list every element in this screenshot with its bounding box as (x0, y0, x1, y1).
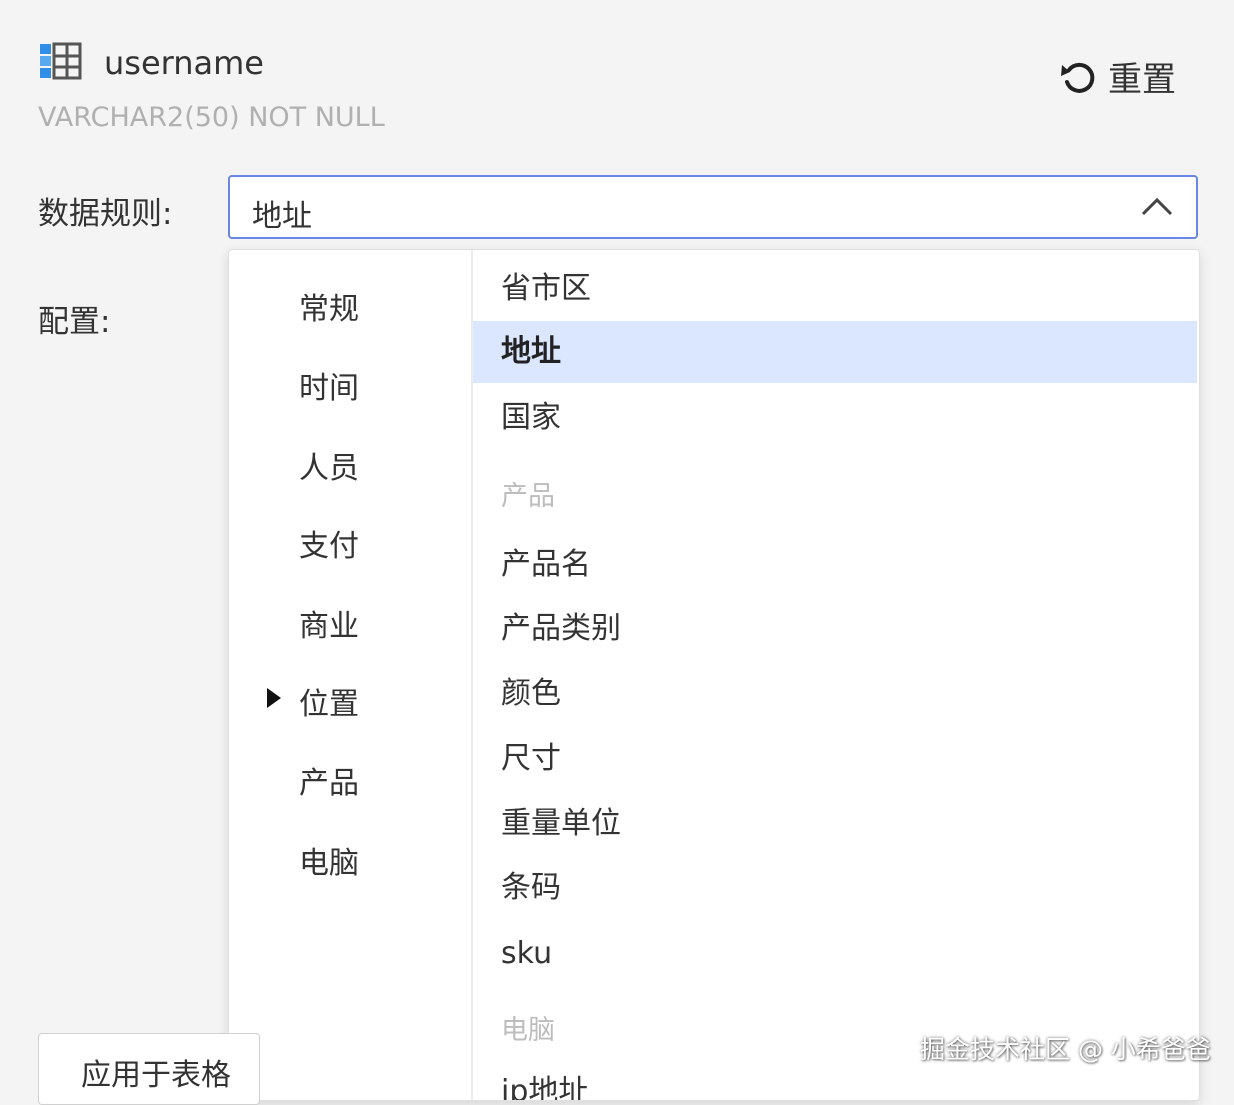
option-group-label: 产品 (501, 481, 555, 512)
caret-right-icon (267, 688, 281, 708)
option-item[interactable]: 颜色 (473, 663, 1197, 725)
field-type: VARCHAR2(50) NOT NULL (38, 102, 385, 133)
category-item-computer[interactable]: 电脑 (299, 838, 359, 882)
category-item-person[interactable]: 人员 (299, 443, 359, 487)
rule-dropdown: 常规 时间 人员 支付 商业 位置 产品 电脑 省市区 地址 国家 产品 产品名… (228, 249, 1200, 1101)
apply-button-label: 应用于表格 (81, 1058, 231, 1093)
category-item-product[interactable]: 产品 (299, 758, 359, 802)
apply-to-table-button[interactable]: 应用于表格 (38, 1033, 260, 1105)
table-icon (40, 42, 82, 80)
data-rule-select[interactable]: 地址 (228, 175, 1198, 239)
option-item[interactable]: 产品类别 (473, 598, 1197, 660)
category-item-business[interactable]: 商业 (299, 601, 359, 645)
category-item-time[interactable]: 时间 (299, 363, 359, 407)
refresh-icon (1061, 62, 1095, 93)
category-item-payment[interactable]: 支付 (299, 521, 359, 565)
config-label: 配置: (38, 304, 111, 340)
category-item-general[interactable]: 常规 (299, 284, 359, 328)
select-value: 地址 (252, 199, 312, 234)
option-item[interactable]: 条码 (473, 857, 1197, 919)
option-item[interactable]: 国家 (473, 387, 1197, 449)
option-item[interactable]: ip地址 (473, 1061, 1197, 1100)
option-list: 省市区 地址 国家 产品 产品名 产品类别 颜色 尺寸 重量单位 条码 sku … (473, 250, 1199, 1100)
reset-label: 重置 (1108, 60, 1176, 100)
option-item[interactable]: 重量单位 (473, 793, 1197, 855)
option-item[interactable]: 尺寸 (473, 728, 1197, 790)
option-item[interactable]: sku (473, 923, 1197, 985)
option-item[interactable]: 产品名 (473, 534, 1197, 596)
chevron-up-icon (1141, 197, 1173, 216)
option-item[interactable]: 省市区 (473, 258, 1197, 320)
watermark: 掘金技术社区 @ 小希爸爸 (920, 1035, 1211, 1064)
field-name: username (104, 44, 264, 82)
option-group-label: 电脑 (501, 1015, 555, 1046)
data-rule-label: 数据规则: (38, 196, 173, 232)
option-item-selected[interactable]: 地址 (473, 321, 1197, 383)
category-item-location[interactable]: 位置 (299, 679, 359, 723)
reset-button[interactable]: 重置 (1058, 52, 1176, 101)
category-list: 常规 时间 人员 支付 商业 位置 产品 电脑 (229, 250, 473, 1100)
